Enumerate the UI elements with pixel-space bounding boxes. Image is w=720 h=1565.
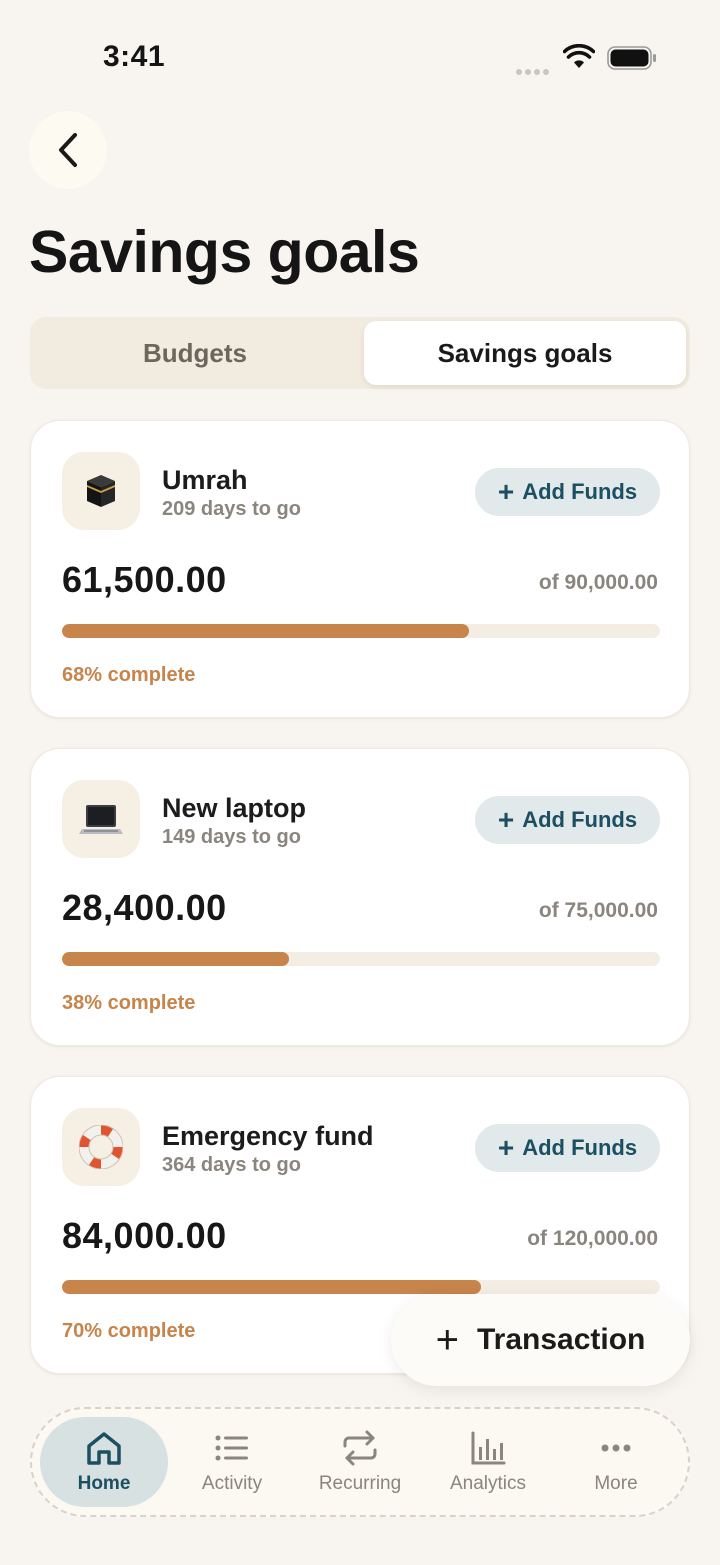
add-funds-button[interactable]: + Add Funds <box>475 1124 660 1172</box>
tab-label: Home <box>77 1473 131 1494</box>
tab-label: Activity <box>201 1473 263 1494</box>
plus-icon: + <box>435 1318 459 1362</box>
add-transaction-button[interactable]: + Transaction <box>391 1294 690 1386</box>
add-funds-label: Add Funds <box>522 807 638 832</box>
bar-chart-icon <box>471 1431 506 1465</box>
progress-bar <box>62 624 660 638</box>
add-funds-button[interactable]: + Add Funds <box>475 468 660 516</box>
goal-card-umrah[interactable]: Umrah 209 days to go + Add Funds 61,500.… <box>30 420 690 718</box>
life-ring-icon <box>62 1108 140 1186</box>
plus-icon: + <box>497 476 515 507</box>
tab-label: Recurring <box>318 1473 402 1494</box>
tab-home[interactable]: Home <box>40 1417 168 1507</box>
tab-activity[interactable]: Activity <box>168 1417 296 1507</box>
goal-target-amount: of 120,000.00 <box>527 1227 658 1250</box>
add-funds-button[interactable]: + Add Funds <box>475 796 660 844</box>
goal-target-amount: of 75,000.00 <box>538 899 658 922</box>
tab-recurring[interactable]: Recurring <box>296 1417 424 1507</box>
goal-name: New laptop <box>162 793 307 823</box>
goal-target-amount: of 90,000.00 <box>538 571 658 594</box>
tab-savings-goals[interactable]: Savings goals <box>364 321 686 385</box>
tab-budgets[interactable]: Budgets <box>34 321 356 385</box>
plus-icon: + <box>497 1132 515 1163</box>
chevron-left-icon <box>59 133 77 167</box>
goal-days-remaining: 364 days to go <box>162 1154 301 1176</box>
goal-percent-complete: 68% complete <box>62 664 196 686</box>
tab-bar: Home Activity Recurring Analytics More <box>30 1407 690 1517</box>
goal-name: Umrah <box>162 465 248 495</box>
back-button[interactable] <box>29 111 107 189</box>
list-icon <box>215 1435 248 1461</box>
status-time: 3:41 <box>103 40 166 73</box>
laptop-icon <box>62 780 140 858</box>
kaaba-icon <box>62 452 140 530</box>
goal-card-new-laptop[interactable]: New laptop 149 days to go + Add Funds 28… <box>30 748 690 1046</box>
tab-more[interactable]: More <box>552 1417 680 1507</box>
goal-saved-amount: 61,500.00 <box>62 559 227 600</box>
goal-name: Emergency fund <box>162 1121 374 1151</box>
more-icon <box>601 1444 631 1452</box>
goal-days-remaining: 209 days to go <box>162 498 301 520</box>
progress-fill <box>62 1280 481 1294</box>
tab-label: Analytics <box>449 1473 527 1494</box>
add-funds-label: Add Funds <box>522 479 638 504</box>
progress-bar <box>62 952 660 966</box>
goal-percent-complete: 70% complete <box>62 1320 196 1342</box>
progress-fill <box>62 624 469 638</box>
progress-bar <box>62 1280 660 1294</box>
repeat-icon <box>343 1430 377 1466</box>
goal-saved-amount: 28,400.00 <box>62 887 227 928</box>
progress-fill <box>62 952 290 966</box>
goal-saved-amount: 84,000.00 <box>62 1215 227 1256</box>
tab-analytics[interactable]: Analytics <box>424 1417 552 1507</box>
plus-icon: + <box>497 804 515 835</box>
page-title: Savings goals <box>29 219 420 285</box>
goal-days-remaining: 149 days to go <box>162 826 301 848</box>
signal-dots-icon <box>516 62 552 75</box>
status-bar: 3:41 <box>0 0 720 110</box>
segmented-control: Budgets Savings goals <box>30 317 690 389</box>
add-funds-label: Add Funds <box>522 1135 638 1160</box>
goal-percent-complete: 38% complete <box>62 992 196 1014</box>
add-transaction-label: Transaction <box>476 1323 646 1356</box>
tab-label: More <box>594 1473 638 1494</box>
wifi-icon <box>563 44 595 68</box>
battery-icon <box>607 46 656 70</box>
home-icon <box>87 1432 121 1465</box>
